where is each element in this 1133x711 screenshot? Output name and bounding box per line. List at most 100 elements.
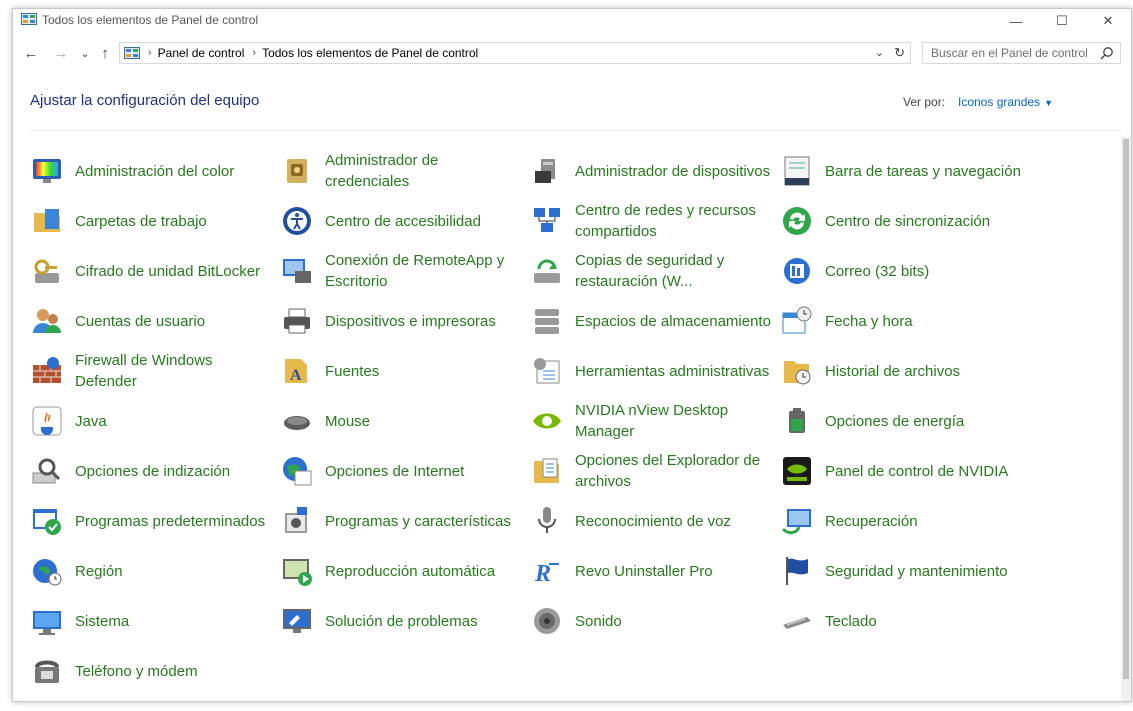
item-label[interactable]: Administrador de dispositivos [575, 161, 770, 182]
item-label[interactable]: Revo Uninstaller Pro [575, 561, 713, 582]
close-button[interactable]: ✕ [1085, 9, 1131, 33]
item-label[interactable]: Mouse [325, 411, 370, 432]
item-label[interactable]: Reconocimiento de voz [575, 511, 731, 532]
control-panel-item[interactable]: Opciones de energía [781, 396, 1026, 446]
maximize-button[interactable]: ☐ [1039, 9, 1085, 33]
control-panel-item[interactable]: Panel de control de NVIDIA [781, 446, 1026, 496]
address-bar[interactable]: › Panel de control › Todos los elementos… [119, 42, 911, 64]
item-label[interactable]: Conexión de RemoteApp y Escritorio [325, 250, 526, 292]
control-panel-item[interactable]: Opciones de Internet [281, 446, 526, 496]
control-panel-item[interactable]: Correo (32 bits) [781, 246, 1026, 296]
item-label[interactable]: Sonido [575, 611, 622, 632]
forward-button[interactable]: → [51, 43, 71, 63]
item-label[interactable]: Historial de archivos [825, 361, 960, 382]
breadcrumb-all-items[interactable]: Todos los elementos de Panel de control [262, 46, 478, 60]
control-panel-item[interactable]: Cuentas de usuario [31, 296, 276, 346]
item-label[interactable]: Seguridad y mantenimiento [825, 561, 1008, 582]
control-panel-item[interactable]: Fecha y hora [781, 296, 1026, 346]
control-panel-item[interactable]: Administración del color [31, 146, 276, 196]
item-label[interactable]: Herramientas administrativas [575, 361, 769, 382]
item-label[interactable]: Solución de problemas [325, 611, 478, 632]
item-label[interactable]: Correo (32 bits) [825, 261, 929, 282]
item-label[interactable]: Centro de redes y recursos compartidos [575, 200, 776, 242]
item-label[interactable]: Programas y características [325, 511, 511, 532]
item-label[interactable]: Carpetas de trabajo [75, 211, 207, 232]
recent-locations-button[interactable]: ⌄ [75, 43, 95, 63]
control-panel-item[interactable]: Sonido [531, 596, 776, 646]
control-panel-item[interactable]: Centro de sincronización [781, 196, 1026, 246]
control-panel-item[interactable]: Recuperación [781, 496, 1026, 546]
item-label[interactable]: Administrador de credenciales [325, 150, 526, 192]
item-label[interactable]: Reproducción automática [325, 561, 495, 582]
control-panel-item[interactable]: Región [31, 546, 276, 596]
item-label[interactable]: Cifrado de unidad BitLocker [75, 261, 260, 282]
item-label[interactable]: Barra de tareas y navegación [825, 161, 1021, 182]
up-button[interactable]: ↑ [95, 43, 115, 63]
scrollbar-thumb[interactable] [1123, 139, 1129, 679]
control-panel-item[interactable]: Reproducción automática [281, 546, 526, 596]
item-label[interactable]: NVIDIA nView Desktop Manager [575, 400, 776, 442]
control-panel-item[interactable]: Teléfono y módem [31, 646, 276, 696]
item-label[interactable]: Teléfono y módem [75, 661, 198, 682]
item-label[interactable]: Sistema [75, 611, 129, 632]
control-panel-item[interactable]: Sistema [31, 596, 276, 646]
item-label[interactable]: Java [75, 411, 107, 432]
control-panel-item[interactable]: Copias de seguridad y restauración (W... [531, 246, 776, 296]
control-panel-item[interactable]: NVIDIA nView Desktop Manager [531, 396, 776, 446]
search-input[interactable]: Buscar en el Panel de control [922, 42, 1121, 64]
control-panel-item[interactable]: Espacios de almacenamiento [531, 296, 776, 346]
control-panel-item[interactable]: Teclado [781, 596, 1026, 646]
control-panel-item[interactable]: Cifrado de unidad BitLocker [31, 246, 276, 296]
chevron-right-icon[interactable]: › [252, 47, 256, 59]
refresh-button[interactable]: ↻ [894, 45, 905, 61]
control-panel-item[interactable]: Solución de problemas [281, 596, 526, 646]
item-label[interactable]: Dispositivos e impresoras [325, 311, 496, 332]
breadcrumb-control-panel[interactable]: Panel de control [158, 46, 245, 60]
item-label[interactable]: Opciones de Internet [325, 461, 464, 482]
item-label[interactable]: Espacios de almacenamiento [575, 311, 771, 332]
control-panel-item[interactable]: Firewall de Windows Defender [31, 346, 276, 396]
control-panel-item[interactable]: Java [31, 396, 276, 446]
control-panel-item[interactable]: Centro de redes y recursos compartidos [531, 196, 776, 246]
view-by-dropdown[interactable]: Iconos grandes ▼ [958, 95, 1053, 109]
control-panel-item[interactable]: Seguridad y mantenimiento [781, 546, 1026, 596]
item-label[interactable]: Opciones del Explorador de archivos [575, 450, 776, 492]
item-label[interactable]: Centro de sincronización [825, 211, 990, 232]
address-dropdown-button[interactable]: ⌄ [875, 46, 884, 59]
item-label[interactable]: Recuperación [825, 511, 918, 532]
chevron-right-icon[interactable]: › [148, 47, 152, 59]
control-panel-item[interactable]: Administrador de credenciales [281, 146, 526, 196]
item-label[interactable]: Panel de control de NVIDIA [825, 461, 1008, 482]
control-panel-item[interactable]: Reconocimiento de voz [531, 496, 776, 546]
item-label[interactable]: Teclado [825, 611, 877, 632]
item-label[interactable]: Región [75, 561, 123, 582]
control-panel-item[interactable]: Administrador de dispositivos [531, 146, 776, 196]
back-button[interactable]: ← [21, 43, 41, 63]
control-panel-item[interactable]: Programas y características [281, 496, 526, 546]
control-panel-item[interactable]: Conexión de RemoteApp y Escritorio [281, 246, 526, 296]
item-label[interactable]: Centro de accesibilidad [325, 211, 481, 232]
vertical-scrollbar[interactable] [1121, 137, 1131, 701]
control-panel-item[interactable]: Opciones del Explorador de archivos [531, 446, 776, 496]
item-label[interactable]: Fuentes [325, 361, 379, 382]
item-label[interactable]: Opciones de energía [825, 411, 964, 432]
item-label[interactable]: Opciones de indización [75, 461, 230, 482]
control-panel-item[interactable]: Historial de archivos [781, 346, 1026, 396]
title-bar[interactable]: Todos los elementos de Panel de control … [13, 9, 1131, 33]
item-label[interactable]: Cuentas de usuario [75, 311, 205, 332]
item-label[interactable]: Fecha y hora [825, 311, 913, 332]
control-panel-item[interactable]: Carpetas de trabajo [31, 196, 276, 246]
control-panel-item[interactable]: Mouse [281, 396, 526, 446]
minimize-button[interactable]: — [993, 9, 1039, 33]
item-label[interactable]: Administración del color [75, 161, 234, 182]
control-panel-item[interactable]: Dispositivos e impresoras [281, 296, 526, 346]
control-panel-item[interactable]: R Revo Uninstaller Pro [531, 546, 776, 596]
control-panel-item[interactable]: Herramientas administrativas [531, 346, 776, 396]
control-panel-item[interactable]: Centro de accesibilidad [281, 196, 526, 246]
control-panel-item[interactable]: Opciones de indización [31, 446, 276, 496]
control-panel-item[interactable]: Barra de tareas y navegación [781, 146, 1026, 196]
item-label[interactable]: Firewall de Windows Defender [75, 350, 276, 392]
item-label[interactable]: Copias de seguridad y restauración (W... [575, 250, 776, 292]
control-panel-item[interactable]: A Fuentes [281, 346, 526, 396]
control-panel-item[interactable]: Programas predeterminados [31, 496, 276, 546]
